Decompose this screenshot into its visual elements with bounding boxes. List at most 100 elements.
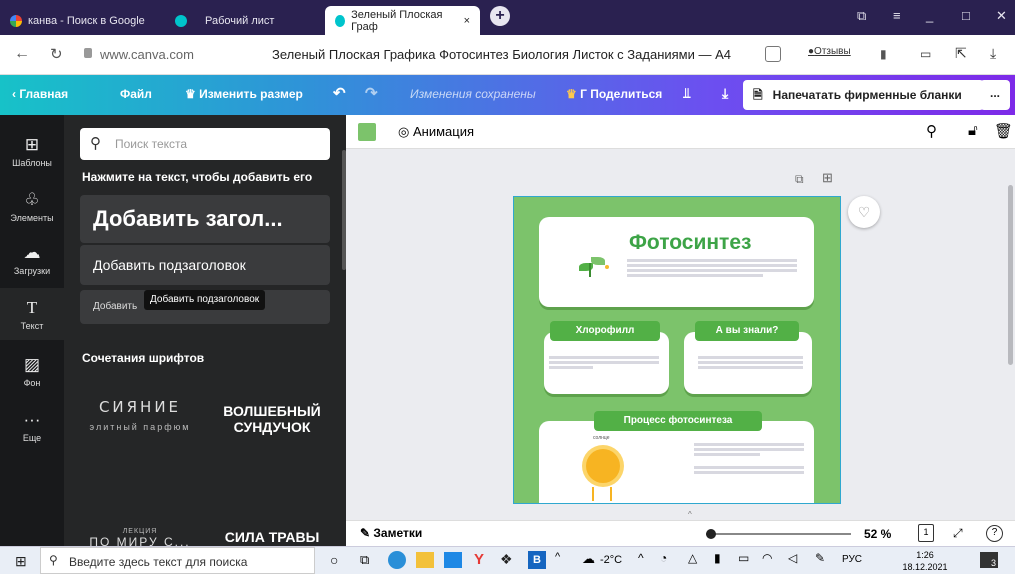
zoom-slider-handle[interactable]	[706, 529, 716, 539]
task-view-icon[interactable]: ⧉	[360, 552, 369, 568]
style-icon[interactable]: ⚲	[926, 122, 937, 140]
file-explorer-icon[interactable]	[416, 552, 434, 568]
yandex-icon[interactable]: Y	[474, 551, 484, 568]
fullscreen-icon[interactable]: ⤢	[953, 526, 963, 541]
battery-icon[interactable]: ▭	[920, 47, 931, 61]
templates-icon: ⊞	[24, 135, 40, 154]
canva-icon	[175, 14, 187, 27]
chevron-up-icon[interactable]: ^	[688, 510, 692, 519]
resize-button[interactable]: ♛ Изменить размер	[185, 87, 303, 101]
workspace-scrollbar[interactable]	[1008, 185, 1013, 365]
tray-overflow-icon[interactable]: ^	[555, 551, 560, 563]
app-b-icon[interactable]: B	[528, 551, 546, 569]
notification-center-icon[interactable]: 3	[980, 552, 998, 568]
battery-icon[interactable]: ▮	[714, 551, 721, 565]
page-count-button[interactable]: 1	[918, 524, 934, 542]
share-button[interactable]: ♛ Г Поделиться	[566, 87, 662, 101]
pen-icon[interactable]: ✎	[815, 551, 825, 565]
chevron-up-icon[interactable]: ^	[638, 551, 644, 565]
animation-button[interactable]: ◎ Анимация	[398, 124, 474, 140]
rail-templates[interactable]: ⊞ Шаблоны	[0, 135, 64, 168]
title-card[interactable]: Фотосинтез	[539, 217, 814, 307]
wifi-icon[interactable]: ◠	[762, 551, 772, 565]
lock-icon[interactable]: 🔓︎	[968, 122, 978, 139]
share-icon[interactable]: ⇱	[955, 45, 967, 62]
cortana-icon[interactable]: ○	[330, 552, 338, 568]
volume-icon[interactable]: ◁	[788, 551, 797, 565]
maximize-icon[interactable]: □	[962, 8, 970, 23]
font-combo-1[interactable]: СИЯНИЕ элитный парфюм	[80, 398, 200, 478]
page-title: Зеленый Плоская Графика Фотосинтез Биоло…	[272, 47, 731, 62]
more-button[interactable]: ...	[980, 80, 1010, 110]
store-icon[interactable]	[444, 552, 462, 568]
close-window-icon[interactable]: ✕	[996, 8, 1007, 24]
dropbox-icon[interactable]: ❖	[500, 551, 513, 568]
clock[interactable]: 1:26 18.12.2021	[895, 549, 955, 573]
redo-icon[interactable]: ↷	[365, 84, 378, 102]
rail-text[interactable]: T Текст	[0, 288, 64, 340]
display-icon[interactable]: ▭	[738, 551, 749, 565]
reload-icon[interactable]: ↻	[50, 45, 63, 63]
tab-google-search[interactable]: канва - Поиск в Google	[0, 6, 165, 35]
rail-uploads[interactable]: ☁ Загрузки	[0, 243, 64, 276]
process-card[interactable]	[539, 421, 814, 503]
notes-button[interactable]: ✎ Заметки	[360, 526, 422, 540]
more-dots-icon: ···	[23, 410, 41, 429]
download-icon[interactable]: ⤓	[722, 85, 728, 102]
save-status: Изменения сохранены	[410, 87, 536, 101]
undo-icon[interactable]: ↶	[333, 84, 346, 102]
taskbar-search-input[interactable]: ⚲ Введите здесь текст для поиска	[40, 547, 315, 574]
upload-cloud-icon: ☁	[23, 243, 41, 262]
document-page[interactable]: Фотосинтез Хлорофилл А вы знали? Процесс…	[513, 196, 841, 504]
tab-canva-active[interactable]: Зеленый Плоская Граф ×	[325, 6, 480, 35]
tab-worksheet[interactable]: Рабочий лист	[165, 6, 315, 35]
weather-temp: -2°C	[600, 554, 623, 566]
zoom-level[interactable]: 52 %	[864, 527, 891, 541]
help-button[interactable]: ?	[986, 525, 1003, 542]
color-swatch[interactable]	[358, 123, 376, 141]
font-combos-title: Сочетания шрифтов	[82, 351, 205, 365]
edge-icon[interactable]	[388, 551, 406, 569]
bookmark-icon[interactable]: ▮	[880, 47, 887, 61]
rail-more[interactable]: ··· Еще	[0, 410, 64, 443]
tooltip: Добавить подзаголовок	[144, 290, 266, 310]
process-header: Процесс фотосинтеза	[594, 411, 762, 431]
extension-icon[interactable]	[765, 46, 781, 62]
back-icon[interactable]: ←	[14, 45, 30, 63]
insights-icon[interactable]: ⫫	[683, 85, 691, 102]
new-tab-button[interactable]: +	[490, 6, 510, 26]
font-combo-3[interactable]: ЛЕКЦИЯ ПО МИРУ С...	[80, 528, 200, 546]
zoom-slider[interactable]	[706, 529, 851, 539]
add-page-icon[interactable]: ⊞	[822, 170, 833, 186]
minimize-icon[interactable]: _	[926, 8, 933, 23]
windows-start-icon[interactable]: ⊞	[15, 553, 27, 570]
feedback-link[interactable]: ●Отзывы	[808, 46, 851, 57]
doc-title: Фотосинтез	[629, 231, 752, 254]
add-heading-button[interactable]: Добавить загол...	[80, 195, 330, 243]
font-combo-2[interactable]: ВОЛШЕБНЫЙ СУНДУЧОК	[212, 403, 332, 483]
font-combo-4[interactable]: СИЛА ТРАВЫ	[212, 529, 332, 546]
url-field[interactable]: www.canva.com	[100, 47, 194, 62]
collections-icon[interactable]: ⧉	[857, 8, 866, 24]
print-button[interactable]: 🗎 Напечатать фирменные бланки	[743, 80, 984, 110]
animation-icon: ◎	[398, 124, 413, 139]
did-you-know-card[interactable]	[684, 332, 812, 394]
network-icon[interactable]: ◔	[660, 551, 667, 565]
home-button[interactable]: ‹ Главная	[12, 87, 68, 101]
trash-icon[interactable]: 🗑︎	[994, 122, 1013, 140]
cloud-icon[interactable]: △	[688, 551, 697, 565]
comment-icon[interactable]: ♡	[848, 196, 880, 228]
menu-icon[interactable]: ≡	[893, 8, 901, 23]
close-tab-icon[interactable]: ×	[464, 15, 470, 27]
chlorophyll-card[interactable]	[544, 332, 669, 394]
download-icon[interactable]: ⤓	[990, 45, 996, 62]
add-subheading-button[interactable]: Добавить подзаголовок	[80, 245, 330, 285]
taskbar: ⊞ ⚲ Введите здесь текст для поиска ○ ⧉ Y…	[0, 546, 1015, 574]
language-indicator[interactable]: РУС	[842, 554, 862, 565]
search-input[interactable]: ⚲ Поиск текста	[80, 128, 330, 160]
file-menu[interactable]: Файл	[120, 87, 152, 101]
document-icon: 🗎	[753, 88, 763, 102]
rail-background[interactable]: ▨ Фон	[0, 355, 64, 388]
duplicate-page-icon[interactable]: ⧉	[795, 172, 804, 187]
rail-elements[interactable]: ♧ Элементы	[0, 190, 64, 223]
